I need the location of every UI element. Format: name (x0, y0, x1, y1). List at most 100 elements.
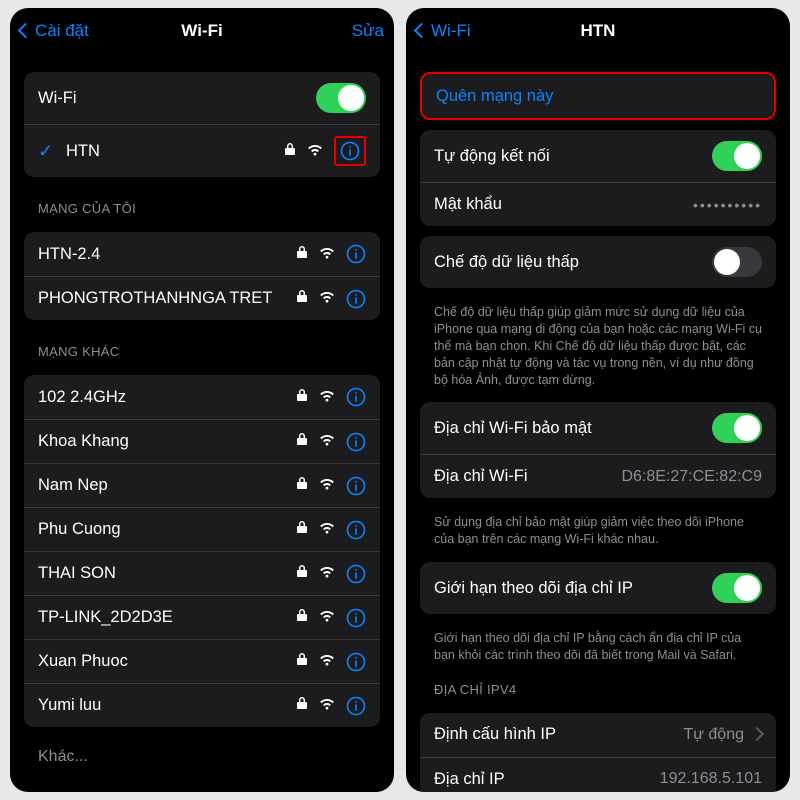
network-name: HTN (66, 142, 284, 161)
page-title: HTN (581, 21, 616, 41)
wifi-label: Wi-Fi (38, 89, 316, 108)
wifi-address-row: Địa chỉ Wi-Fi D6:8E:27:CE:82:C9 (420, 454, 776, 498)
ip-config-value: Tự động (683, 726, 762, 744)
edit-button[interactable]: Sửa (304, 21, 384, 41)
network-name: HTN-2.4 (38, 245, 296, 264)
lock-icon (296, 696, 308, 715)
my-networks-section: HTN-2.4 PHONGTROTHANHNGA TRET (24, 232, 380, 320)
wifi-icon (318, 388, 336, 407)
wifi-toggle-row[interactable]: Wi-Fi (24, 72, 380, 124)
info-button[interactable] (346, 652, 366, 672)
wifi-toggle-section: Wi-Fi ✓ HTN (24, 72, 380, 177)
navbar: Cài đặt Wi-Fi Sửa (10, 8, 394, 54)
lock-icon (296, 608, 308, 627)
ip-address-value: 192.168.5.101 (660, 770, 762, 788)
password-row[interactable]: Mật khẩu •••••••••• (420, 182, 776, 226)
wifi-icon (306, 142, 324, 161)
private-address-row[interactable]: Địa chỉ Wi-Fi bảo mật (420, 402, 776, 454)
info-button[interactable] (346, 244, 366, 264)
ip-address-row: Địa chỉ IP 192.168.5.101 (420, 757, 776, 792)
lock-icon (296, 520, 308, 539)
info-button-highlighted[interactable] (334, 136, 366, 166)
lock-icon (296, 564, 308, 583)
limit-ip-row[interactable]: Giới hạn theo dõi địa chỉ IP (420, 562, 776, 614)
lock-icon (296, 289, 308, 308)
other-networks-header: MẠNG KHÁC (24, 330, 380, 365)
wifi-scroll[interactable]: Wi-Fi ✓ HTN MẠNG CỦA TÔI HTN-2.4 PHONGTRO… (10, 54, 394, 792)
checkmark-icon: ✓ (38, 141, 56, 162)
network-row[interactable]: Phu Cuong (24, 507, 380, 551)
network-name: Khoa Khang (38, 432, 296, 451)
lock-icon (296, 432, 308, 451)
network-name: Nam Nep (38, 476, 296, 495)
info-button[interactable] (346, 387, 366, 407)
wifi-list-screen: Cài đặt Wi-Fi Sửa Wi-Fi ✓ HTN (10, 8, 394, 792)
page-title: Wi-Fi (181, 21, 222, 41)
limit-ip-section: Giới hạn theo dõi địa chỉ IP (420, 562, 776, 614)
wifi-toggle[interactable] (316, 83, 366, 113)
network-row[interactable]: Xuan Phuoc (24, 639, 380, 683)
network-row[interactable]: Khoa Khang (24, 419, 380, 463)
wifi-icon (318, 245, 336, 264)
info-button[interactable] (346, 476, 366, 496)
wifi-icon (318, 696, 336, 715)
wifi-address-value: D6:8E:27:CE:82:C9 (621, 468, 762, 486)
network-row[interactable]: Nam Nep (24, 463, 380, 507)
navbar: Wi-Fi HTN (406, 8, 790, 54)
back-button[interactable]: Wi-Fi (416, 21, 496, 41)
info-button[interactable] (346, 289, 366, 309)
low-data-toggle[interactable] (712, 247, 762, 277)
ip-config-row[interactable]: Định cấu hình IP Tự động (420, 713, 776, 757)
wifi-icon (318, 652, 336, 671)
forget-network-section: Quên mạng này (420, 72, 776, 120)
low-data-row[interactable]: Chế độ dữ liệu thấp (420, 236, 776, 288)
low-data-note: Chế độ dữ liệu thấp giúp giảm mức sử dụn… (420, 298, 776, 392)
wifi-icon (318, 432, 336, 451)
other-more[interactable]: Khác... (24, 737, 380, 777)
detail-scroll[interactable]: Quên mạng này Tự động kết nối Mật khẩu •… (406, 54, 790, 792)
ipv4-header: ĐỊA CHỈ IPV4 (420, 668, 776, 703)
network-name: THAI SON (38, 564, 296, 583)
auto-join-toggle[interactable] (712, 141, 762, 171)
network-name: PHONGTROTHANHNGA TRET (38, 289, 296, 308)
network-row[interactable]: THAI SON (24, 551, 380, 595)
network-row[interactable]: PHONGTROTHANHNGA TRET (24, 276, 380, 320)
connected-network-row[interactable]: ✓ HTN (24, 124, 380, 177)
password-value: •••••••••• (693, 197, 762, 213)
auto-join-row[interactable]: Tự động kết nối (420, 130, 776, 182)
my-networks-header: MẠNG CỦA TÔI (24, 187, 380, 222)
lock-icon (296, 388, 308, 407)
ipv4-section: Định cấu hình IP Tự động Địa chỉ IP 192.… (420, 713, 776, 792)
limit-ip-toggle[interactable] (712, 573, 762, 603)
info-button[interactable] (346, 520, 366, 540)
low-data-section: Chế độ dữ liệu thấp (420, 236, 776, 288)
back-button[interactable]: Cài đặt (20, 21, 100, 41)
info-button[interactable] (346, 564, 366, 584)
lock-icon (296, 652, 308, 671)
wifi-icon (318, 608, 336, 627)
forget-network-button[interactable]: Quên mạng này (422, 74, 774, 118)
network-name: 102 2.4GHz (38, 388, 296, 407)
network-name: Phu Cuong (38, 520, 296, 539)
info-button[interactable] (346, 696, 366, 716)
network-row[interactable]: 102 2.4GHz (24, 375, 380, 419)
wifi-icon (318, 289, 336, 308)
network-row[interactable]: Yumi luu (24, 683, 380, 727)
chevron-left-icon (416, 21, 429, 41)
info-button[interactable] (346, 432, 366, 452)
auto-join-section: Tự động kết nối Mật khẩu •••••••••• (420, 130, 776, 226)
wifi-icon (318, 564, 336, 583)
network-name: Yumi luu (38, 696, 296, 715)
private-address-toggle[interactable] (712, 413, 762, 443)
lock-icon (284, 142, 296, 161)
info-button[interactable] (346, 608, 366, 628)
lock-icon (296, 476, 308, 495)
network-row[interactable]: TP-LINK_2D2D3E (24, 595, 380, 639)
network-row[interactable]: HTN-2.4 (24, 232, 380, 276)
other-networks-section: 102 2.4GHz Khoa Khang Nam Nep Phu Cuong THAI… (24, 375, 380, 727)
limit-ip-note: Giới hạn theo dõi địa chỉ IP bằng cách ẩ… (420, 624, 776, 668)
private-address-note: Sử dụng địa chỉ bảo mật giúp giảm việc t… (420, 508, 776, 552)
wifi-detail-screen: Wi-Fi HTN Quên mạng này Tự động kết nối … (406, 8, 790, 792)
network-name: Xuan Phuoc (38, 652, 296, 671)
wifi-icon (318, 520, 336, 539)
